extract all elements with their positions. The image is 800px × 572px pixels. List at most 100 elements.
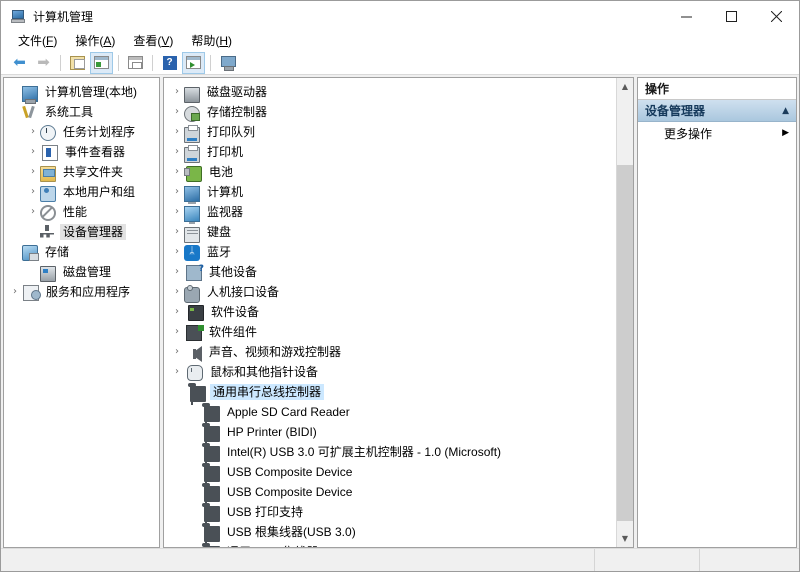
device-item-row[interactable]: › 声音、视频和游戏控制器: [164, 342, 616, 362]
device-item-row[interactable]: › 人机接口设备: [164, 282, 616, 302]
device-item-row[interactable]: › 软件设备: [164, 302, 616, 322]
toolbar-separator: [210, 55, 211, 71]
battery-icon: [186, 166, 202, 182]
window-controls: [664, 1, 799, 31]
device-item-row[interactable]: USB 根集线器(USB 3.0): [164, 522, 616, 542]
device-item-row[interactable]: › 键盘: [164, 222, 616, 242]
chevron-right-icon[interactable]: ›: [170, 307, 184, 317]
device-item-row[interactable]: › 电池: [164, 162, 616, 182]
device-item-row[interactable]: USB Composite Device: [164, 462, 616, 482]
console-tree-item-row[interactable]: › 本地用户和组: [4, 182, 159, 202]
action-more-actions[interactable]: 更多操作 ▶: [638, 122, 796, 144]
status-bar-segment: [594, 549, 699, 571]
chevron-right-icon[interactable]: ›: [170, 167, 184, 177]
console-tree-item-row[interactable]: › 服务和应用程序: [4, 282, 159, 302]
chevron-down-icon[interactable]: ⱟ: [8, 107, 22, 117]
chevron-right-icon[interactable]: ›: [170, 267, 184, 277]
actions-pane-title: 操作: [638, 78, 796, 100]
device-item-row[interactable]: › 磁盘驱动器: [164, 82, 616, 102]
device-item-row[interactable]: USB Composite Device: [164, 482, 616, 502]
chevron-right-icon[interactable]: ›: [170, 147, 184, 157]
shared-folders-icon: [40, 166, 56, 182]
chevron-down-icon[interactable]: ⱟ: [170, 387, 184, 397]
chevron-right-icon[interactable]: ›: [8, 287, 22, 297]
chevron-right-icon[interactable]: ›: [26, 207, 40, 217]
help-button[interactable]: ?: [158, 52, 181, 74]
console-tree-item-row[interactable]: 磁盘管理: [4, 262, 159, 282]
chevron-right-icon[interactable]: ›: [26, 127, 40, 137]
device-item-row[interactable]: Apple SD Card Reader: [164, 402, 616, 422]
usb-device-icon: [204, 466, 220, 482]
chevron-right-icon[interactable]: ›: [26, 147, 40, 157]
device-list-scrollbar[interactable]: ▲ ▼: [616, 78, 633, 547]
menu-help[interactable]: 帮助(H): [182, 31, 241, 51]
chevron-right-icon[interactable]: ›: [170, 107, 184, 117]
device-item-row[interactable]: › 存储控制器: [164, 102, 616, 122]
console-tree-item-row[interactable]: › 性能: [4, 202, 159, 222]
device-item-row[interactable]: USB 打印支持: [164, 502, 616, 522]
chevron-up-icon[interactable]: ▲: [782, 106, 789, 116]
chevron-right-icon[interactable]: ›: [170, 127, 184, 137]
chevron-right-icon[interactable]: ›: [170, 187, 184, 197]
properties-button[interactable]: [124, 52, 147, 74]
scrollbar-track[interactable]: [617, 95, 633, 530]
device-item-label: Intel(R) USB 3.0 可扩展主机控制器 - 1.0 (Microso…: [224, 444, 504, 460]
chevron-right-icon[interactable]: ›: [170, 287, 184, 297]
chevron-right-icon[interactable]: ›: [170, 227, 184, 237]
scan-hardware-changes-button[interactable]: [216, 52, 239, 74]
computer-icon: [184, 186, 200, 202]
console-tree-item-row[interactable]: › 共享文件夹: [4, 162, 159, 182]
device-item-row[interactable]: › 其他设备: [164, 262, 616, 282]
menu-file[interactable]: 文件(F): [9, 31, 66, 51]
console-tree-item-row[interactable]: 计算机管理(本地): [4, 82, 159, 102]
menu-action[interactable]: 操作(A): [66, 31, 124, 51]
services-applications-icon: [23, 285, 39, 301]
chevron-right-icon[interactable]: ›: [170, 87, 184, 97]
show-action-pane-button[interactable]: [182, 52, 205, 74]
device-item-row[interactable]: 通用 USB 集线器: [164, 542, 616, 547]
chevron-right-icon[interactable]: ›: [170, 347, 184, 357]
console-tree-item-label: 系统工具: [42, 104, 96, 120]
device-item-row[interactable]: › 打印队列: [164, 122, 616, 142]
maximize-button[interactable]: [709, 1, 754, 31]
device-item-row[interactable]: › 计算机: [164, 182, 616, 202]
scrollbar-thumb[interactable]: [617, 165, 633, 522]
device-item-row[interactable]: › 监视器: [164, 202, 616, 222]
forward-button[interactable]: ➡: [32, 52, 55, 74]
device-item-row[interactable]: › ᛦ 蓝牙: [164, 242, 616, 262]
console-tree-item-row[interactable]: ⱟ 存储: [4, 242, 159, 262]
console-tree-item-row[interactable]: ⱟ 系统工具: [4, 102, 159, 122]
main-body: 计算机管理(本地) ⱟ 系统工具 › 任务计划程序 › 事件查看器 › 共享文件夹 › 本地用户和组…: [1, 75, 799, 548]
device-item-row[interactable]: › 软件组件: [164, 322, 616, 342]
device-item-row[interactable]: › 鼠标和其他指针设备: [164, 362, 616, 382]
console-tree-item-label: 服务和应用程序: [43, 284, 133, 300]
chevron-right-icon[interactable]: ›: [170, 367, 184, 377]
chevron-right-icon[interactable]: ›: [170, 327, 184, 337]
device-item-row[interactable]: › 打印机: [164, 142, 616, 162]
monitor-icon: [184, 206, 200, 222]
chevron-right-icon[interactable]: ›: [170, 247, 184, 257]
chevron-right-icon[interactable]: ›: [170, 207, 184, 217]
menu-view[interactable]: 查看(V): [124, 31, 182, 51]
device-item-row[interactable]: Intel(R) USB 3.0 可扩展主机控制器 - 1.0 (Microso…: [164, 442, 616, 462]
chevron-right-icon[interactable]: ›: [26, 167, 40, 177]
minimize-button[interactable]: [664, 1, 709, 31]
show-console-tree-button[interactable]: [90, 52, 113, 74]
actions-group-device-manager[interactable]: 设备管理器 ▲: [638, 100, 796, 122]
scroll-down-button[interactable]: ▼: [617, 530, 633, 547]
other-devices-icon: [186, 265, 202, 281]
device-item-row[interactable]: HP Printer (BIDI): [164, 422, 616, 442]
console-tree-item-row[interactable]: 设备管理器: [4, 222, 159, 242]
chevron-down-icon[interactable]: ⱟ: [8, 247, 22, 257]
close-button[interactable]: [754, 1, 799, 31]
back-button[interactable]: ⬅: [8, 52, 31, 74]
console-tree-item-row[interactable]: › 任务计划程序: [4, 122, 159, 142]
task-scheduler-icon: [40, 125, 56, 141]
chevron-right-icon[interactable]: ›: [26, 187, 40, 197]
device-item-row[interactable]: ⱟ 通用串行总线控制器: [164, 382, 616, 402]
console-tree-item-row[interactable]: › 事件查看器: [4, 142, 159, 162]
device-item-label: USB Composite Device: [224, 484, 355, 500]
scroll-up-button[interactable]: ▲: [617, 78, 633, 95]
up-one-level-button[interactable]: [66, 52, 89, 74]
device-item-label: 监视器: [204, 204, 246, 220]
